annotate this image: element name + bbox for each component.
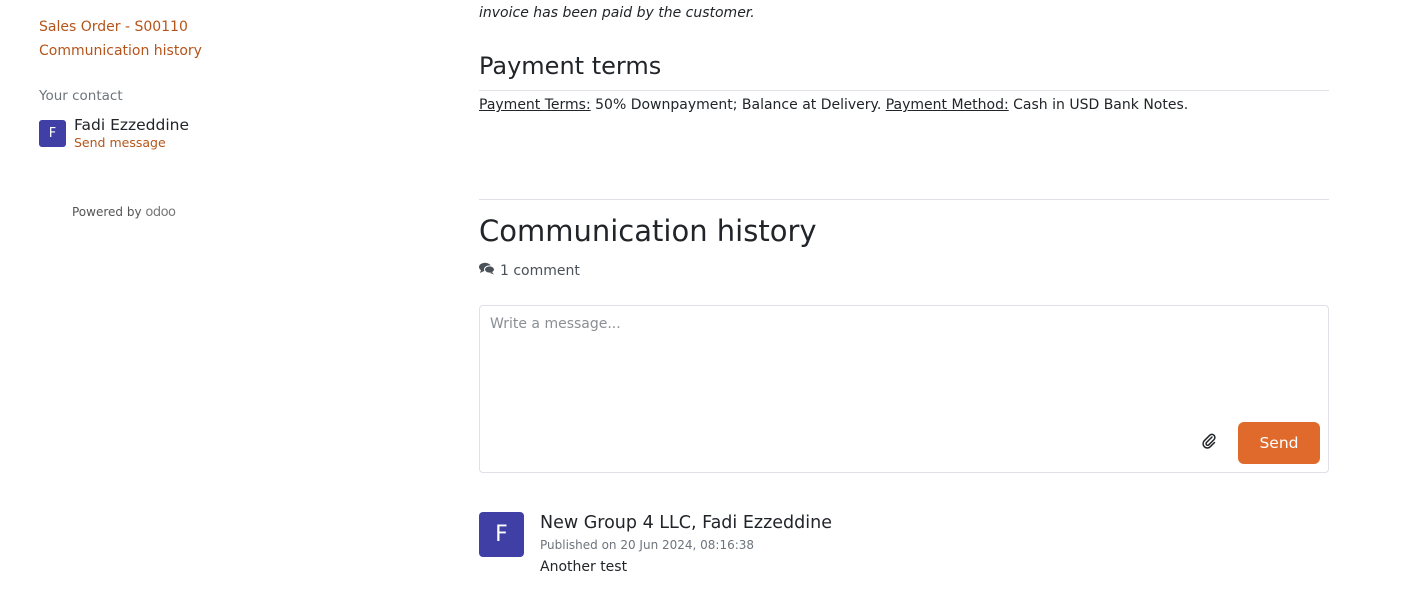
comment-count-text: 1 comment <box>500 262 580 279</box>
your-contact-label: Your contact <box>39 88 123 104</box>
send-message-link[interactable]: Send message <box>74 134 189 152</box>
section-divider <box>479 199 1329 200</box>
contact-name: Fadi Ezzeddine <box>74 116 190 134</box>
sidebar-link-sales-order[interactable]: Sales Order - S00110 <box>39 15 188 39</box>
contact-card: F Fadi Ezzeddine Send message <box>39 116 189 152</box>
comment-count: 1 comment <box>479 262 580 279</box>
divider <box>479 90 1329 91</box>
payment-terms-title: Payment terms <box>479 52 662 80</box>
payment-method-value: Cash in USD Bank Notes. <box>1008 97 1189 113</box>
message-date: Published on 20 Jun 2024, 08:16:38 <box>540 538 755 552</box>
notes-text: invoice has been paid by the customer. <box>479 5 755 21</box>
payment-terms-label: Payment Terms: <box>479 97 591 113</box>
powered-by-label: Powered by <box>72 205 142 219</box>
odoo-logo[interactable]: odoo <box>145 205 176 220</box>
sidebar-link-communication-history[interactable]: Communication history <box>39 39 202 63</box>
message-input[interactable] <box>488 314 1312 418</box>
comments-icon <box>479 262 500 279</box>
message-item: F New Group 4 LLC, Fadi Ezzeddine Publis… <box>479 512 832 578</box>
send-button[interactable]: Send <box>1238 422 1320 464</box>
message-body: Another test <box>540 559 628 575</box>
payment-terms-line: Payment Terms: 50% Downpayment; Balance … <box>479 97 1188 113</box>
message-author-avatar: F <box>479 512 524 557</box>
communication-history-title: Communication history <box>479 214 817 248</box>
payment-terms-value: 50% Downpayment; Balance at Delivery. <box>590 97 886 113</box>
powered-by: Powered by odoo <box>72 205 176 220</box>
attachment-button[interactable] <box>1198 432 1220 454</box>
message-author: New Group 4 LLC, Fadi Ezzeddine <box>540 513 832 533</box>
paperclip-icon <box>1202 433 1216 453</box>
message-composer: Send <box>479 305 1329 473</box>
payment-method-label: Payment Method: <box>885 97 1009 113</box>
contact-avatar: F <box>39 120 66 147</box>
